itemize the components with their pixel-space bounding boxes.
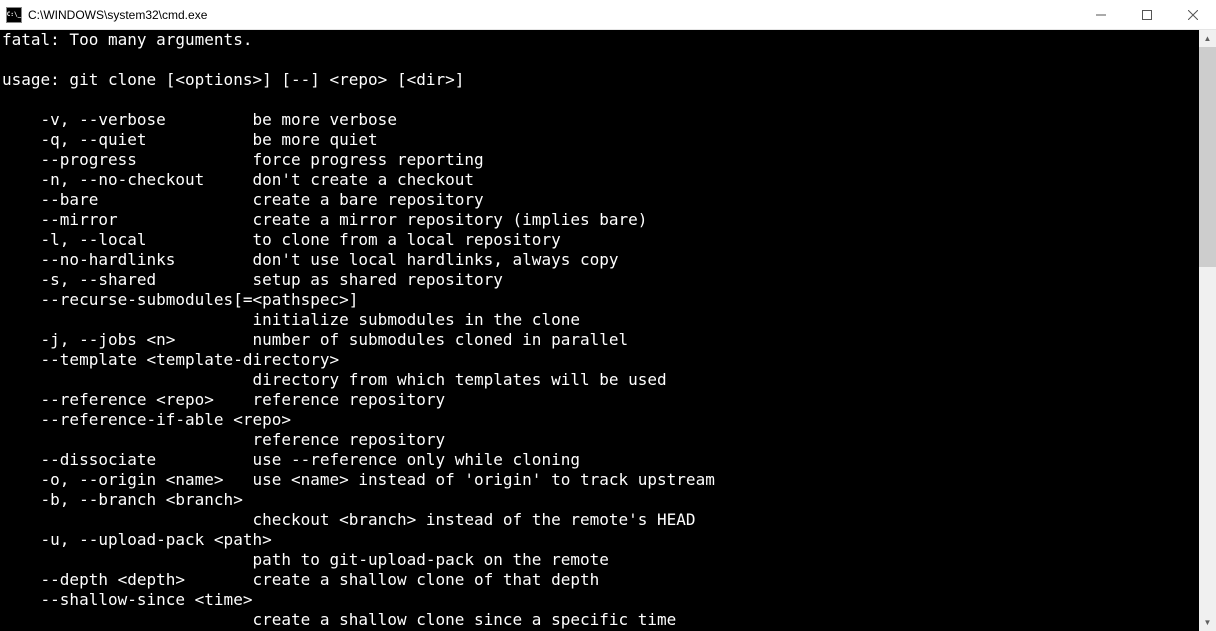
close-button[interactable] <box>1170 0 1216 29</box>
scrollbar-thumb[interactable] <box>1199 47 1216 267</box>
content-area: fatal: Too many arguments. usage: git cl… <box>0 30 1216 631</box>
vertical-scrollbar[interactable]: ▲ ▼ <box>1199 30 1216 631</box>
window-title: C:\WINDOWS\system32\cmd.exe <box>28 8 1078 22</box>
cmd-icon <box>6 7 22 23</box>
scroll-up-arrow-icon[interactable]: ▲ <box>1199 30 1216 47</box>
window-controls <box>1078 0 1216 29</box>
scrollbar-track[interactable] <box>1199 47 1216 614</box>
terminal-output[interactable]: fatal: Too many arguments. usage: git cl… <box>0 30 1199 631</box>
minimize-button[interactable] <box>1078 0 1124 29</box>
scroll-down-arrow-icon[interactable]: ▼ <box>1199 614 1216 631</box>
maximize-button[interactable] <box>1124 0 1170 29</box>
titlebar: C:\WINDOWS\system32\cmd.exe <box>0 0 1216 30</box>
